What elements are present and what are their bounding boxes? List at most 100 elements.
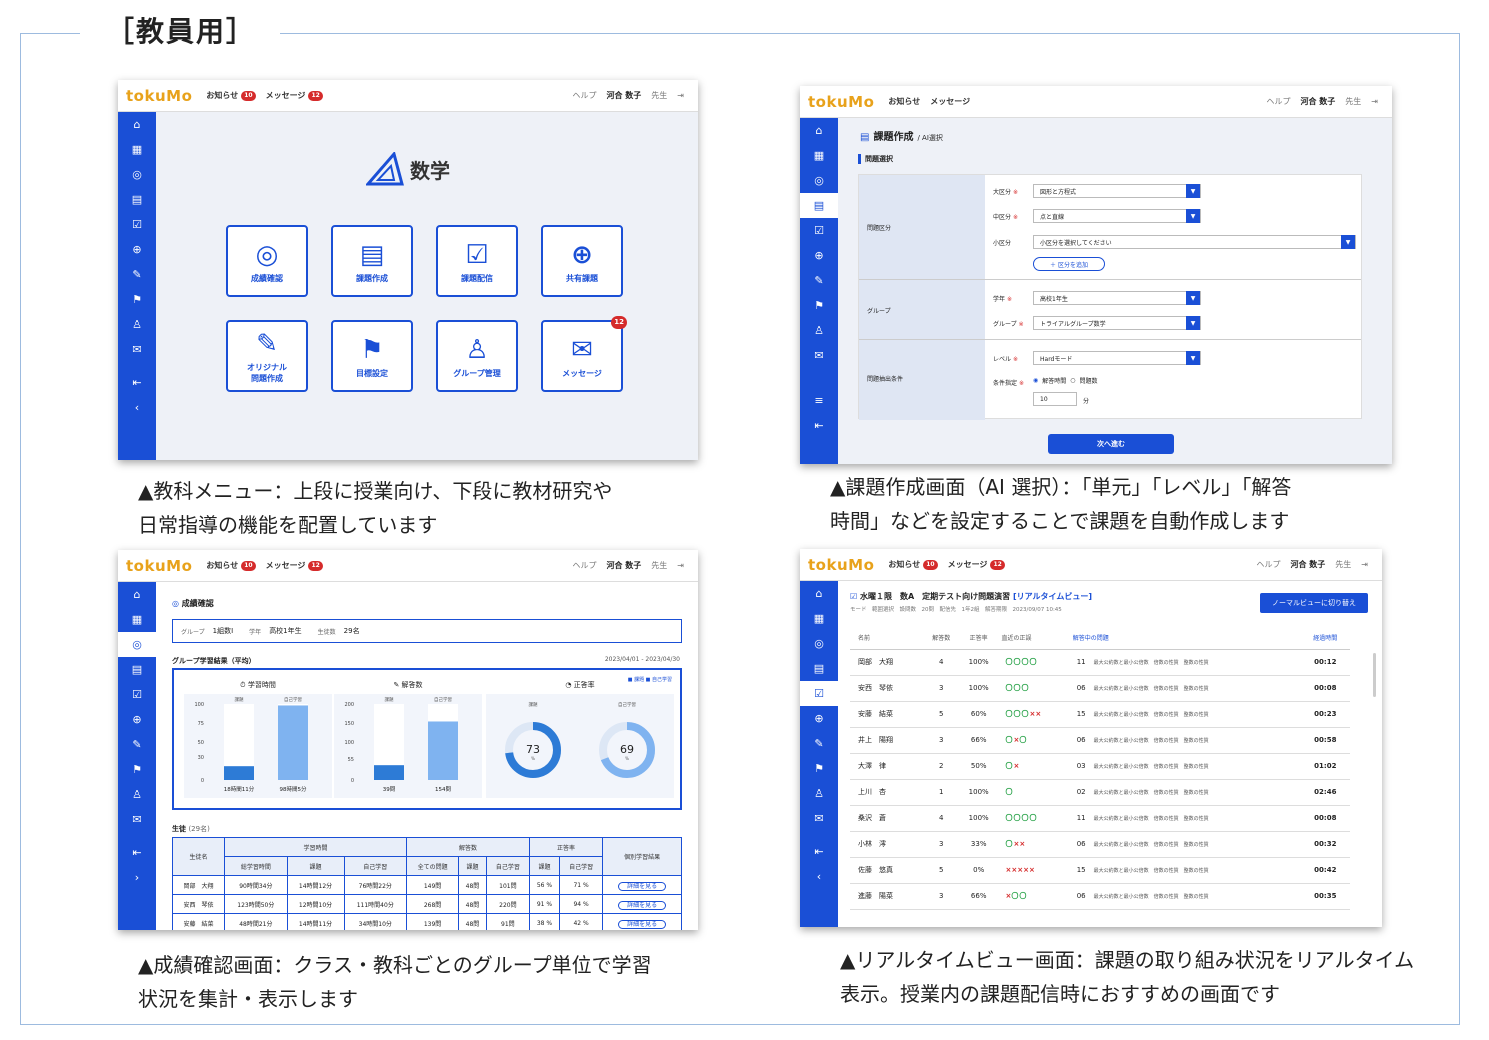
help-link[interactable]: ヘルプ	[1267, 96, 1291, 107]
home-icon[interactable]: ⌂	[800, 118, 838, 143]
message-icon[interactable]: ✉	[118, 807, 156, 832]
level-select[interactable]: Hardモード ▼	[1033, 351, 1201, 365]
deliver-icon[interactable]: ☑	[118, 212, 156, 237]
subject-icon[interactable]: ▦	[800, 143, 838, 168]
create-icon[interactable]: ▤	[800, 193, 838, 218]
tile-grade-check[interactable]: ◎ 成績確認	[226, 225, 308, 297]
home-icon[interactable]: ⌂	[118, 112, 156, 137]
logout-icon[interactable]: ⇥	[677, 91, 684, 100]
tile-group-management[interactable]: ♙ グループ管理	[436, 320, 518, 392]
share-icon[interactable]: ⊕	[800, 706, 838, 731]
help-link[interactable]: ヘルプ	[573, 90, 597, 101]
tile-goal-setting[interactable]: ⚑ 目標設定	[331, 320, 413, 392]
current-question: 06 最大公約数と最小公倍数 倍数の性質 整数の性質	[1072, 831, 1301, 858]
collapse-icon[interactable]: ‹	[800, 864, 838, 889]
date-range[interactable]: 2023/04/01 - 2023/04/30	[605, 656, 680, 663]
detail-button[interactable]: 詳細を見る	[618, 919, 667, 929]
collapse-icon[interactable]: ›	[118, 865, 156, 890]
detail-button[interactable]: 詳細を見る	[618, 900, 667, 910]
scrollbar[interactable]	[1373, 653, 1376, 697]
grade-icon[interactable]: ◎	[118, 162, 156, 187]
app-logo[interactable]: tokuMo	[808, 556, 874, 574]
deliver-icon[interactable]: ☑	[800, 681, 838, 706]
goal-icon[interactable]: ⚑	[118, 287, 156, 312]
subject-icon[interactable]: ▦	[118, 137, 156, 162]
notice-link[interactable]: お知らせ 10	[206, 560, 256, 571]
notice-link[interactable]: お知らせ	[888, 96, 920, 107]
message-link[interactable]: メッセージ	[930, 96, 970, 107]
create-icon[interactable]: ▤	[800, 656, 838, 681]
daikubun-select[interactable]: 図形と方程式 ▼	[1033, 184, 1201, 198]
tile-deliver-task[interactable]: ☑ 課題配信	[436, 225, 518, 297]
exit-icon[interactable]: ⇤	[118, 840, 156, 865]
deliver-icon[interactable]: ☑	[800, 218, 838, 243]
share-icon[interactable]: ⊕	[118, 707, 156, 732]
app-logo[interactable]: tokuMo	[126, 557, 192, 575]
help-link[interactable]: ヘルプ	[1257, 559, 1281, 570]
screenshot-task-create: tokuMo お知らせ メッセージ ヘルプ 河合 数子 先生 ⇥ ⌂ ▦ ◎ ▤ ☑ …	[800, 86, 1392, 464]
radio-count[interactable]: ○	[1070, 377, 1075, 384]
original-icon[interactable]: ✎	[800, 731, 838, 756]
message-link[interactable]: メッセージ 12	[948, 559, 1005, 570]
add-category-button[interactable]: ＋ 区分を追加	[1033, 257, 1105, 271]
share-icon[interactable]: ⊕	[800, 243, 838, 268]
tile-message[interactable]: ✉ メッセージ 12	[541, 316, 627, 392]
triangle-ruler-icon	[366, 152, 404, 186]
notice-link[interactable]: お知らせ 10	[206, 90, 256, 101]
current-question: 06 最大公約数と最小公倍数 倍数の性質 整数の性質	[1072, 727, 1301, 754]
original-icon[interactable]: ✎	[118, 262, 156, 287]
tile-create-task[interactable]: ▤ 課題作成	[331, 225, 413, 297]
tile-original-question[interactable]: ✎ オリジナル 問題作成	[226, 320, 308, 392]
share-icon[interactable]: ⊕	[118, 237, 156, 262]
unit-label: %	[531, 756, 535, 761]
help-link[interactable]: ヘルプ	[573, 560, 597, 571]
original-icon[interactable]: ✎	[118, 732, 156, 757]
current-question: 06 最大公約数と最小公倍数 倍数の性質 整数の性質	[1072, 883, 1301, 910]
notice-link[interactable]: お知らせ 10	[888, 559, 938, 570]
exit-icon[interactable]: ⇤	[118, 370, 156, 395]
group-icon[interactable]: ♙	[800, 318, 838, 343]
collapse-icon[interactable]: ‹	[118, 395, 156, 420]
switch-normal-view-button[interactable]: ノーマルビューに切り替え	[1260, 593, 1368, 613]
group-icon[interactable]: ♙	[118, 782, 156, 807]
grade-select[interactable]: 高校1年生 ▼	[1033, 291, 1201, 305]
group-select[interactable]: トライアルグループ数学 ▼	[1033, 316, 1201, 330]
message-icon[interactable]: ✉	[118, 337, 156, 362]
logout-icon[interactable]: ⇥	[1361, 560, 1368, 569]
message-link[interactable]: メッセージ 12	[266, 90, 323, 101]
logout-icon[interactable]: ⇥	[1371, 97, 1378, 106]
exit-icon[interactable]: ⇤	[800, 413, 838, 438]
goal-icon[interactable]: ⚑	[118, 757, 156, 782]
message-icon[interactable]: ✉	[800, 806, 838, 831]
exit-icon[interactable]: ⇤	[800, 839, 838, 864]
message-link[interactable]: メッセージ 12	[266, 560, 323, 571]
grade-icon[interactable]: ◎	[800, 168, 838, 193]
create-icon[interactable]: ▤	[118, 657, 156, 682]
grade-icon[interactable]: ◎	[118, 632, 156, 657]
group-icon[interactable]: ♙	[800, 781, 838, 806]
home-icon[interactable]: ⌂	[118, 582, 156, 607]
tile-shared-task[interactable]: ⊕ 共有課題	[541, 225, 623, 297]
current-question: 15 最大公約数と最小公倍数 倍数の性質 整数の性質	[1072, 857, 1301, 884]
home-icon[interactable]: ⌂	[800, 581, 838, 606]
menu-icon[interactable]: ≡	[800, 388, 838, 413]
message-icon[interactable]: ✉	[800, 343, 838, 368]
chukubun-select[interactable]: 点と直線 ▼	[1033, 209, 1201, 223]
grade-icon[interactable]: ◎	[800, 631, 838, 656]
goal-icon[interactable]: ⚑	[800, 756, 838, 781]
subject-icon[interactable]: ▦	[800, 606, 838, 631]
group-icon[interactable]: ♙	[118, 312, 156, 337]
deliver-icon[interactable]: ☑	[118, 682, 156, 707]
logout-icon[interactable]: ⇥	[677, 561, 684, 570]
shokubun-select[interactable]: 小区分を選択してください ▼	[1033, 235, 1356, 249]
radio-time[interactable]: ◉	[1033, 377, 1038, 384]
original-icon[interactable]: ✎	[800, 268, 838, 293]
next-button[interactable]: 次へ進む	[1048, 434, 1174, 454]
minutes-input[interactable]: 10	[1033, 392, 1077, 406]
create-icon[interactable]: ▤	[118, 187, 156, 212]
app-logo[interactable]: tokuMo	[126, 87, 192, 105]
detail-button[interactable]: 詳細を見る	[618, 881, 667, 891]
app-logo[interactable]: tokuMo	[808, 93, 874, 111]
subject-icon[interactable]: ▦	[118, 607, 156, 632]
goal-icon[interactable]: ⚑	[800, 293, 838, 318]
